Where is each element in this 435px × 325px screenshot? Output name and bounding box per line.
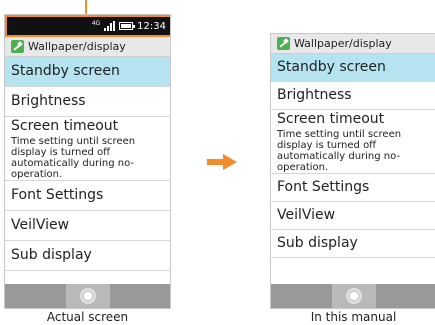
menu-item-label: Font Settings <box>11 187 104 203</box>
wallpaper-app-icon <box>11 40 24 53</box>
wallpaper-app-icon <box>277 37 290 50</box>
menu-item-sub-display[interactable]: Sub display <box>271 230 435 258</box>
screen-title: Wallpaper/display <box>28 40 126 53</box>
menu-item-brightness[interactable]: Brightness <box>5 87 170 117</box>
menu-item-label: Brightness <box>11 93 86 109</box>
home-button[interactable] <box>331 284 376 308</box>
phone-manual-screen: Wallpaper/display Standby screen Brightn… <box>270 33 435 309</box>
menu-item-standby-screen[interactable]: Standby screen <box>271 54 435 82</box>
signal-icon <box>104 21 116 31</box>
menu-item-label: VeilView <box>277 207 336 223</box>
caption-actual-screen: Actual screen <box>46 310 129 324</box>
status-bar: 4G 12:34 <box>7 17 170 35</box>
menu-item-screen-timeout[interactable]: Screen timeout Time setting until screen… <box>271 110 435 174</box>
menu-item-label: Standby screen <box>11 63 120 79</box>
home-button-icon <box>345 288 362 304</box>
menu-item-label: Sub display <box>11 247 92 263</box>
menu-item-veilview[interactable]: VeilView <box>271 202 435 230</box>
battery-icon <box>119 22 136 30</box>
menu-item-font-settings[interactable]: Font Settings <box>5 181 170 211</box>
menu-item-sub-display[interactable]: Sub display <box>5 241 170 271</box>
menu-item-label: Screen timeout <box>277 110 385 127</box>
menu-item-label: Screen timeout <box>11 117 119 134</box>
screen-title: Wallpaper/display <box>294 37 392 50</box>
screen-title-bar: Wallpaper/display <box>5 37 170 57</box>
menu-item-description: Time setting until screen display is tur… <box>277 128 402 173</box>
status-bar-highlight: 4G 12:34 <box>5 15 170 37</box>
menu-item-veilview[interactable]: VeilView <box>5 211 170 241</box>
menu-item-description: Time setting until screen display is tur… <box>11 135 136 180</box>
right-arrow-icon <box>207 154 237 170</box>
callout-line <box>85 0 87 14</box>
menu-item-standby-screen[interactable]: Standby screen <box>5 57 170 87</box>
home-button-icon <box>79 288 96 304</box>
nav-bar <box>5 284 170 308</box>
nav-bar <box>271 284 435 308</box>
menu-item-brightness[interactable]: Brightness <box>271 82 435 110</box>
caption-in-this-manual: In this manual <box>310 310 397 324</box>
network-type: 4G <box>91 19 101 27</box>
status-time: 12:34 <box>137 20 166 32</box>
menu-item-label: VeilView <box>11 217 70 233</box>
manual-illustration: 4G 12:34 Wallpaper/display Standby scree… <box>0 0 435 325</box>
home-button[interactable] <box>65 284 110 308</box>
menu-item-screen-timeout[interactable]: Screen timeout Time setting until screen… <box>5 117 170 181</box>
screen-title-bar: Wallpaper/display <box>271 34 435 54</box>
menu-item-label: Sub display <box>277 235 358 251</box>
menu-item-font-settings[interactable]: Font Settings <box>271 174 435 202</box>
menu-item-label: Standby screen <box>277 59 386 75</box>
phone-actual-screen: 4G 12:34 Wallpaper/display Standby scree… <box>4 14 171 309</box>
menu-item-label: Font Settings <box>277 179 370 195</box>
menu-item-label: Brightness <box>277 87 352 103</box>
